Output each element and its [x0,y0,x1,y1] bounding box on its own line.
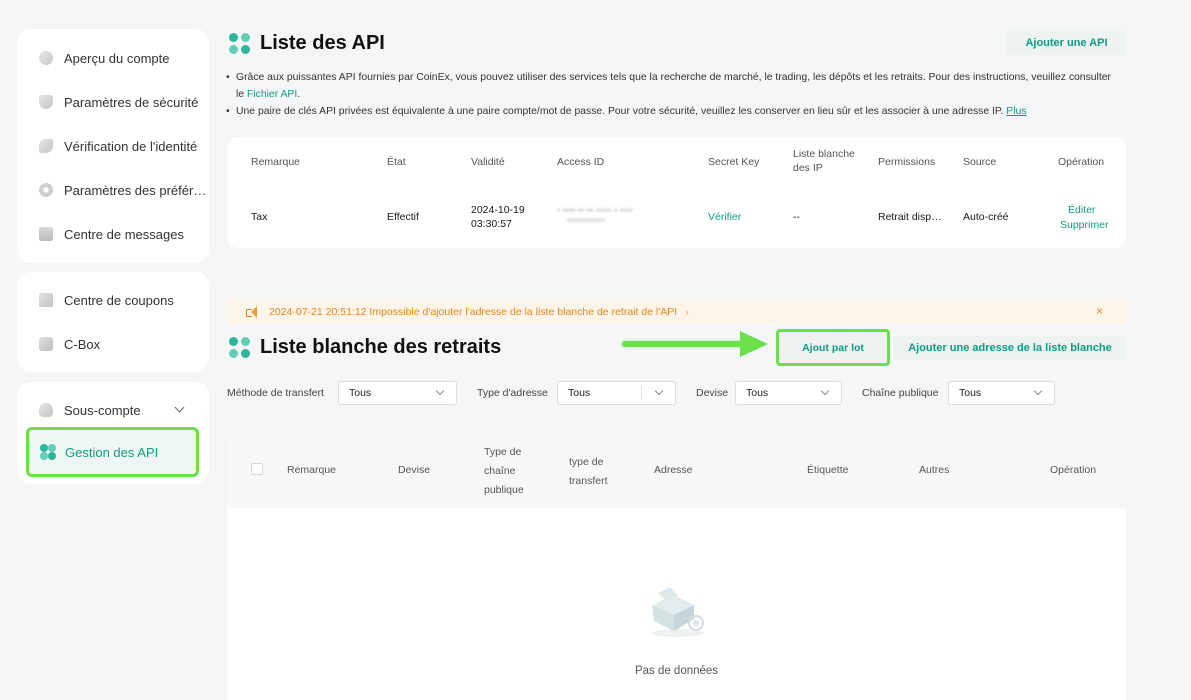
col-source: Source [963,156,997,168]
sidebar-item-messages[interactable]: Centre de messages [17,216,209,252]
col-operation: Opération [1058,156,1105,168]
row-whitelist-ip: -- [793,211,800,223]
row-remark: Tax [251,211,268,223]
api-list-title: Liste des API [229,32,385,55]
col-state: État [387,156,406,168]
sidebar-item-label: Paramètres de sécurité [64,94,199,110]
page-title: Liste des API [260,32,385,54]
annotation-arrow-head [740,331,768,357]
sidebar-item-label: Gestion des API [65,444,159,460]
verify-secret-link[interactable]: Vérifier [708,210,741,224]
whitelist-title: Liste blanche des retraits [229,336,501,359]
annotation-arrow [622,341,750,347]
filter-label-transfer-method: Méthode de transfert [227,387,324,399]
wl-col-chain-type: Type de chaîne publique [484,446,524,496]
sidebar-item-label: C-Box [64,336,101,352]
wl-col-address: Adresse [654,464,693,476]
api-instructions: Grâce aux puissantes API fournies par Co… [226,69,1116,120]
api-icon [40,444,56,460]
sidebar-item-label: Centre de coupons [64,292,174,308]
gear-icon [39,183,53,197]
more-link[interactable]: Plus [1006,106,1026,117]
sidebar-item-label: Paramètres des préfér… [64,182,207,198]
sidebar-item-label: Vérification de l'identité [64,138,198,154]
api-doc-link[interactable]: Fichier API [247,89,297,100]
sidebar-item-identity[interactable]: Vérification de l'identité [17,128,209,164]
col-whitelist-ip: Liste blanche des IP [793,148,855,174]
chevron-down-icon [1033,386,1043,396]
filter-public-chain[interactable]: Tous [948,381,1055,405]
chevron-down-icon[interactable] [174,402,185,413]
delete-api-link[interactable]: Supprimer [1060,218,1108,232]
api-icon [229,33,250,54]
chevron-down-icon [435,386,445,396]
col-remark: Remarque [251,156,301,168]
chevron-down-icon [654,386,664,396]
api-table: Remarque État Validité Access ID Secret … [227,137,1126,248]
filter-address-type[interactable]: Tous [557,381,676,405]
sidebar-item-label: Sous-compte [64,402,141,418]
sidebar-item-overview[interactable]: Aperçu du compte [17,40,209,76]
col-access-id: Access ID [557,156,605,168]
filter-label-currency: Devise [696,387,729,399]
col-validity: Validité [471,156,505,168]
box-icon [39,337,53,351]
access-id-redacted: ▪ ▪▪▪▪ ▪▪ ▪▪ ▪▪▪▪▪ ▪ ▪▪▪▪ [557,205,633,215]
api-icon [229,337,250,358]
wl-col-others: Autres [919,464,950,476]
row-source: Auto-créé [963,211,1009,223]
wl-col-currency: Devise [398,464,431,476]
col-secret-key: Secret Key [708,156,760,168]
speaker-icon [246,305,260,318]
notice-bar[interactable]: 2024-07-21 20:51:12 Impossible d'ajouter… [227,299,1126,324]
wl-col-transfer-type: type de transfert [569,456,608,487]
empty-box-icon [652,587,704,637]
close-icon[interactable]: × [1096,304,1103,318]
id-leaf-icon [39,139,53,153]
empty-state-text: Pas de données [634,665,719,677]
row-state: Effectif [387,211,419,223]
chevron-down-icon [820,386,830,396]
pie-chart-icon [39,51,53,65]
wl-col-remark: Remarque [287,464,337,476]
sidebar-item-cbox[interactable]: C-Box [17,326,209,362]
sidebar-group-rewards: Centre de coupons C-Box [17,272,209,372]
add-api-button[interactable]: Ajouter une API [1007,31,1126,55]
notice-text: 2024-07-21 20:51:12 Impossible d'ajouter… [269,305,678,318]
instruction-line-1: Grâce aux puissantes API fournies par Co… [226,69,1116,103]
instruction-line-2: Une paire de clés API privées est équiva… [226,103,1116,120]
shield-icon [39,95,53,109]
sidebar-item-coupons[interactable]: Centre de coupons [17,282,209,318]
filter-label-address-type: Type d'adresse [477,387,548,399]
select-all-checkbox[interactable] [251,463,263,475]
wl-col-label: Étiquette [807,464,849,476]
sidebar-item-label: Aperçu du compte [64,50,170,66]
message-icon [39,227,53,241]
coupon-icon [39,293,53,307]
batch-add-button[interactable]: Ajout par lot [776,329,890,366]
sidebar-group-account: Aperçu du compte Paramètres de sécurité … [17,29,209,263]
col-permissions: Permissions [878,156,936,168]
sidebar-item-api-management[interactable]: Gestion des API [26,427,199,477]
wl-col-operation: Opération [1050,464,1097,476]
chevron-right-icon: › [685,305,689,318]
sidebar-item-security[interactable]: Paramètres de sécurité [17,84,209,120]
sidebar-item-preferences[interactable]: Paramètres des préfér… [17,172,209,208]
row-permissions: Retrait disp… [878,211,942,223]
access-id-redacted-2: ▪▪▪▪▪▪▪▪▪▪▪▪ [567,215,606,225]
sub-account-icon [39,403,53,417]
edit-api-link[interactable]: Éditer [1068,203,1095,217]
row-validity: 2024-10-19 03:30:57 [471,204,525,230]
filter-transfer-method[interactable]: Tous [338,381,457,405]
sidebar-item-label: Centre de messages [64,226,184,242]
filter-currency[interactable]: Tous [735,381,842,405]
sidebar-item-subaccount[interactable]: Sous-compte [17,392,209,428]
add-whitelist-address-button[interactable]: Ajouter une adresse de la liste blanche [894,336,1126,360]
filter-label-public-chain: Chaîne publique [862,387,939,399]
